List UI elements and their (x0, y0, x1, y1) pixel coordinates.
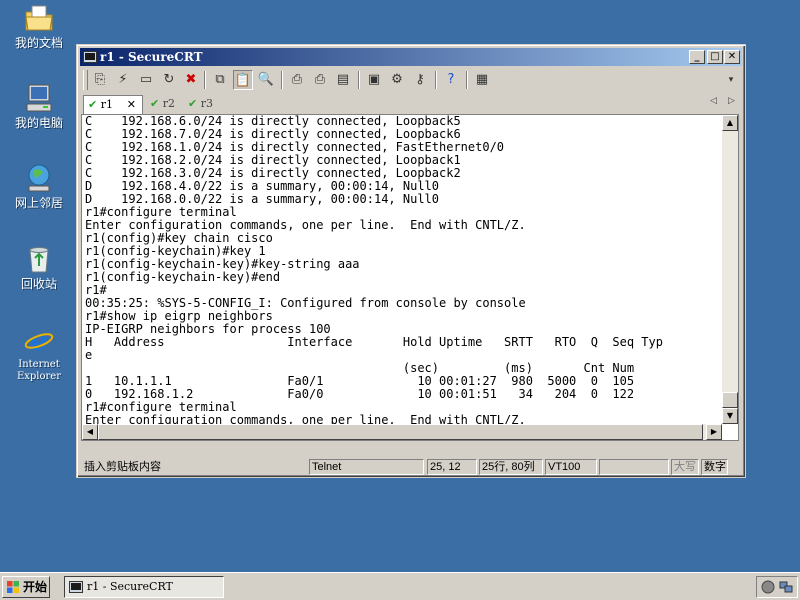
toolbar-separator (435, 71, 437, 89)
window-title: r1 - SecureCRT (100, 50, 203, 64)
horizontal-scrollbar[interactable]: ◀ ▶ (82, 424, 722, 440)
desktop-icon-label: Internet Explorer (16, 359, 62, 382)
tab-label: r3 (200, 97, 213, 110)
start-button[interactable]: 开始 (2, 576, 50, 598)
horizontal-scroll-thumb[interactable] (98, 424, 703, 440)
desktop-icon-label: 我的文档 (14, 36, 63, 50)
status-caps: 大写 (671, 459, 699, 475)
close-button[interactable]: ✕ (724, 50, 740, 64)
desktop-icon-network[interactable]: 网上邻居 (2, 162, 76, 210)
desktop-icon-my-computer[interactable]: 我的电脑 (2, 82, 76, 130)
print-icon[interactable]: ⎙ (287, 70, 307, 90)
recycle-bin-icon (29, 247, 49, 273)
tab-label: r2 (162, 97, 175, 110)
session-options-icon[interactable]: ▣ (364, 70, 384, 90)
help-icon[interactable]: ? (441, 70, 461, 90)
start-label: 开始 (23, 580, 48, 594)
toolbar-separator (281, 71, 283, 89)
print-setup-icon[interactable]: ▤ (333, 70, 353, 90)
status-protocol: Telnet (309, 459, 424, 475)
toolbar-separator (466, 71, 468, 89)
network-places-icon (28, 164, 50, 192)
desktop-icon-label: 回收站 (20, 277, 57, 291)
session-tabbar: ✔ r1 ✕ ✔ r2 ✔ r3 ◁ ▷ (80, 95, 742, 114)
taskbar-item-label: r1 - SecureCRT (87, 580, 173, 593)
terminal-output[interactable]: C 192.168.6.0/24 is directly connected, … (85, 115, 723, 440)
connect-icon[interactable]: ⎘ (90, 70, 110, 90)
desktop-icon-label: 网上邻居 (14, 196, 63, 210)
tab-close-icon[interactable]: ✕ (127, 96, 136, 114)
toolbar-grip[interactable] (83, 70, 88, 90)
windows-flag-icon (7, 581, 19, 593)
disconnect-icon[interactable]: ✖ (181, 70, 201, 90)
sftp-icon[interactable]: ▦ (472, 70, 492, 90)
maximize-button[interactable]: □ (707, 50, 723, 64)
tab-r3[interactable]: ✔ r3 (184, 95, 220, 114)
system-tray (756, 576, 798, 598)
minimize-button[interactable]: _ (689, 50, 705, 64)
internet-explorer-icon: e (24, 324, 54, 356)
status-cursor: 25, 12 (427, 459, 477, 475)
scroll-thumb[interactable] (722, 392, 738, 408)
scroll-down-icon[interactable]: ▼ (722, 408, 738, 424)
status-num: 数字 (701, 459, 728, 475)
status-emulation: VT100 (545, 459, 597, 475)
connected-check-icon: ✔ (150, 97, 160, 110)
tab-r1[interactable]: ✔ r1 ✕ (83, 95, 143, 114)
scroll-right-icon[interactable]: ▶ (706, 424, 722, 440)
keymap-icon[interactable]: ⚷ (410, 70, 430, 90)
securecrt-app-icon (69, 581, 83, 593)
terminal-view[interactable]: C 192.168.6.0/24 is directly connected, … (81, 114, 739, 441)
reconnect-icon[interactable]: ↻ (159, 70, 179, 90)
scroll-up-icon[interactable]: ▲ (722, 115, 738, 131)
tab-next-icon[interactable]: ▷ (728, 96, 735, 106)
paste-icon[interactable]: 📋 (233, 70, 253, 90)
desktop-icon-my-documents[interactable]: 我的文档 (2, 2, 76, 50)
scroll-left-icon[interactable]: ◀ (82, 424, 98, 440)
taskbar: 开始 r1 - SecureCRT (0, 572, 800, 600)
connect-tab-icon[interactable]: ▭ (136, 70, 156, 90)
find-icon[interactable]: 🔍 (256, 70, 276, 90)
tab-label: r1 (100, 98, 113, 111)
volume-tray-icon[interactable] (761, 580, 775, 594)
securecrt-app-icon (83, 51, 97, 63)
print-selection-icon[interactable]: ⎙ (310, 70, 330, 90)
quick-connect-icon[interactable]: ⚡ (113, 70, 133, 90)
desktop-icon-recycle-bin[interactable]: 回收站 (2, 243, 76, 291)
global-options-icon[interactable]: ⚙ (387, 70, 407, 90)
toolbar: ⎘ ⚡ ▭ ↻ ✖ ⧉ 📋 🔍 ⎙ ⎙ ▤ ▣ ⚙ ⚷ ? ▦ ▾ (80, 67, 742, 95)
toolbar-overflow-chevron-icon[interactable]: ▾ (724, 70, 738, 90)
status-bar: 插入剪贴板内容 Telnet 25, 12 25行, 80列 VT100 大写 … (80, 458, 742, 476)
tab-r2[interactable]: ✔ r2 (146, 95, 182, 114)
desktop-icon-internet-explorer[interactable]: e Internet Explorer (2, 324, 76, 383)
svg-text:e: e (30, 324, 48, 356)
network-tray-icon[interactable] (779, 580, 793, 594)
securecrt-window: r1 - SecureCRT _ □ ✕ ⎘ ⚡ ▭ ↻ ✖ ⧉ 📋 🔍 ⎙ ⎙… (76, 44, 746, 478)
status-size: 25行, 80列 (479, 459, 543, 475)
desktop-icon-label: 我的电脑 (14, 116, 63, 130)
tab-prev-icon[interactable]: ◁ (710, 96, 717, 106)
title-bar[interactable]: r1 - SecureCRT _ □ ✕ (80, 48, 742, 66)
toolbar-separator (204, 71, 206, 89)
connected-check-icon: ✔ (188, 97, 198, 110)
taskbar-item-securecrt[interactable]: r1 - SecureCRT (64, 576, 224, 598)
copy-icon[interactable]: ⧉ (210, 70, 230, 90)
connected-check-icon: ✔ (88, 98, 98, 111)
status-message: 插入剪贴板内容 (84, 461, 161, 473)
toolbar-separator (358, 71, 360, 89)
my-computer-icon (26, 84, 52, 112)
my-documents-icon (25, 5, 53, 31)
status-blank (599, 459, 669, 475)
vertical-scrollbar[interactable]: ▲ ▼ (722, 115, 738, 424)
